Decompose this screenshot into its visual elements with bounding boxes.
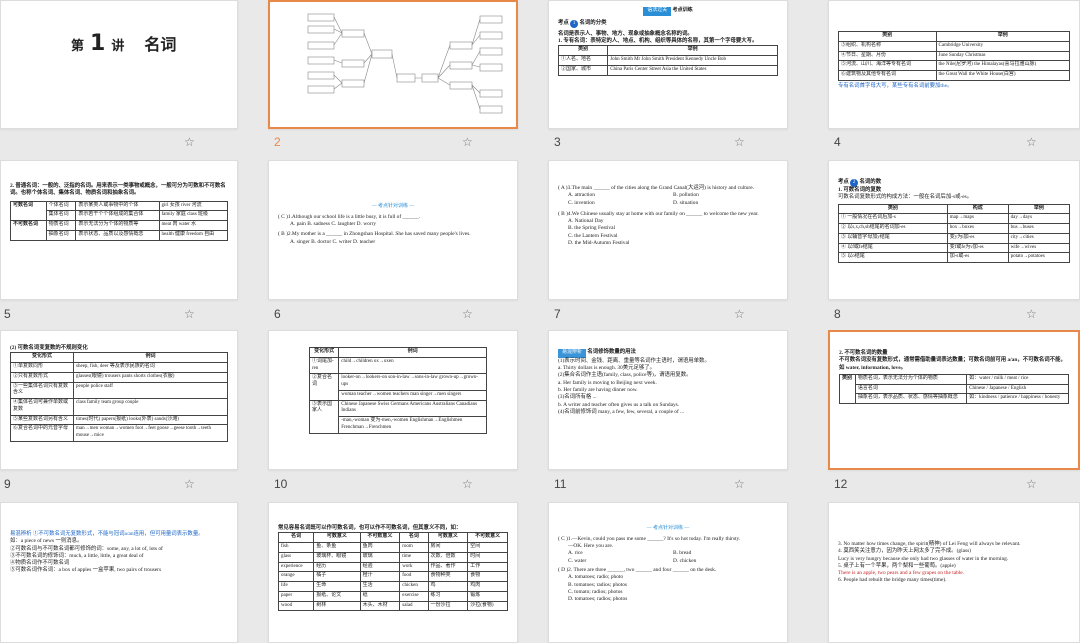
slide-number: 2 [274, 135, 281, 149]
tip-heading: 名词修饰数量的用法 [587, 349, 636, 355]
definition-line: 名词是表示人、事物、地方、现象或抽象概念名称的词。 [558, 30, 693, 37]
question-4: ( B )4.We Chinese usually stay at home w… [558, 210, 759, 217]
title-number: 1 [90, 31, 106, 56]
exercise-line: 6. People had rebuilt the bridge many ti… [838, 577, 947, 584]
tip-line: (1)表示时间、金钱、距离、重量等名词作主语时，谓语用单数。 [558, 357, 710, 364]
slide-thumbnail-3[interactable]: 语法过关 考点训练 考点 1 名词的分类 名词是表示人、事物、地方、现象或抽象概… [548, 0, 788, 129]
point-label: 考点 [838, 179, 849, 185]
star-icon[interactable]: ☆ [184, 307, 195, 321]
question-2: ( B )2.My mother is a ______ in Zhongsha… [278, 231, 471, 238]
point-number-icon: 1 [570, 19, 579, 28]
uncountable-body: 不可数名词没有复数形式，通常需借助量词表达数量；可数名词前可用 a/an，不可数… [839, 357, 1066, 371]
star-icon[interactable]: ☆ [184, 477, 195, 491]
slide-number: 4 [834, 135, 841, 149]
proper-noun-table: 类别 举例 ①人名、地名 John Smith Mr John Smith Pres… [557, 45, 778, 76]
question-1: ( C )1.—Kevin, could you pass me some __… [558, 535, 741, 542]
question-3: ( A )3.The main ______ of the cities alo… [558, 185, 754, 191]
star-icon[interactable]: ☆ [1026, 307, 1037, 321]
slide-thumbnail-5[interactable]: 2. 普通名词：一般的、泛指的名词。用来表示一类事物或概念，一般可分为可数和不可… [0, 160, 238, 300]
tip-line: 如：a piece of news 一则消息。 [10, 538, 83, 545]
title-topic: 名词 [144, 35, 177, 54]
point-number-icon: 2 [850, 179, 859, 187]
star-icon[interactable]: ☆ [1026, 135, 1037, 149]
star-icon[interactable]: ☆ [734, 477, 745, 491]
common-noun-table: 可数名词 个体名词 表示某类人或事物中的个体 girl 女孩 river 河流 集体名… [10, 200, 229, 241]
question-1: ( C )1.Although our school life is a lit… [278, 213, 421, 220]
question-1-reply: —OK. Here you are. [568, 543, 614, 550]
star-icon[interactable]: ☆ [734, 307, 745, 321]
slide-thumbnail-11[interactable]: 易混辨析 名词修饰数量的用法 (1)表示时间、金钱、距离、重量等名词作主语时，谓… [548, 330, 788, 470]
tip-line: ⑤可数名词作名词：a box of apples 一盒苹果, two pairs… [10, 567, 162, 574]
tip-box: 易混辨析 [558, 349, 587, 358]
tip-line: a. Her family is moving to Beijing next … [558, 379, 657, 386]
slide-number: 7 [554, 307, 561, 321]
star-icon[interactable]: ☆ [1026, 477, 1037, 491]
question-2-options: A. tomatoes; radio; photo B. tomatoes; ra… [568, 574, 628, 603]
slide-thumbnail-16[interactable]: 3. No matter how times change, the spiri… [828, 502, 1080, 643]
slide-thumbnail-2[interactable] [268, 0, 518, 129]
slide-thumbnail-13[interactable]: 易混辨析 ①不可数名词无复数形式，不能与冠词a/an连用，但可用量词表示数量。 … [0, 502, 238, 643]
title-prefix: 第 [71, 39, 85, 54]
banner-subtitle: 考点训练 [672, 8, 693, 13]
note-text: 专有名词首字母大写，某些专有名词前要加the。 [838, 82, 953, 89]
slide-thumbnail-14[interactable]: 常见容易名词既可以作可数名词，也可以作不可数名词，但其意义不同，如： 名词 可数意… [268, 502, 518, 643]
mindmap-diagram [307, 13, 503, 114]
table-caption: 常见容易名词既可以作可数名词，也可以作不可数名词，但其意义不同，如： [278, 525, 462, 531]
uncountable-table: 类别 物质名词，表示无法分为个体的物质 如：water / milk / meat … [839, 373, 1069, 405]
point-label: 考点 [558, 19, 569, 26]
star-icon[interactable]: ☆ [462, 307, 473, 321]
training-divider: — 考点针对训练 — [646, 526, 690, 531]
point-title: 名词的分类 [579, 19, 607, 26]
grammar-banner: 语法过关 [643, 7, 672, 16]
slide-thumbnail-4[interactable]: 类别 举例 ③组织、机构名称 Cambridge University ④节日、星期… [828, 0, 1080, 129]
tip-line: (3)名词所有格 ... [558, 394, 597, 401]
slide-number: 10 [274, 477, 288, 491]
slide-thumbnail-8[interactable]: 考点 2 名词的数 1. 可数名词的复数 可数名词复数形式的构成方法：一般在名词… [828, 160, 1080, 300]
slide-number: 3 [554, 135, 561, 149]
slide-thumbnail-7[interactable]: ( A )3.The main ______ of the cities alo… [548, 160, 788, 300]
slide-thumbnail-12[interactable]: 2. 不可数名词的数量 不可数名词没有复数形式，通常需借助量词表达数量；可数名词… [828, 330, 1080, 470]
question-1-options: A. rice B. bread C. water D. chicken [568, 550, 697, 564]
tip-line: ②可数名词与不可数名词都可修饰的词：some, any, a lot of, l… [10, 545, 163, 552]
slide-thumbnail-15[interactable]: — 考点针对训练 — ( C )1.—Kevin, could you pass… [548, 502, 788, 643]
slide-number: 5 [4, 307, 11, 321]
irregular-heading: (2) 可数名词变复数的不规则变化 [10, 345, 88, 351]
slide-thumbnail-9[interactable]: (2) 可数名词变复数的不规则变化 变化形式 例词 ①单复数同形 sheep, fi… [0, 330, 238, 470]
common-noun-intro: 2. 普通名词：一般的、泛指的名词。用来表示一类事物或概念，一般可分为可数和不可… [10, 183, 226, 197]
proper-noun-table-cont: 类别 举例 ③组织、机构名称 Cambridge University ④节日、星期… [838, 31, 1071, 81]
star-icon[interactable]: ☆ [734, 135, 745, 149]
slide-number: 11 [554, 477, 567, 491]
question-2: ( D )2. There are three ______, two ____… [558, 566, 717, 573]
slide-number: 6 [274, 307, 281, 321]
plural-table: 类别 构成 举例 ① 一般情况在名词后加-s map→maps day→days ② 以… [838, 203, 1071, 264]
title-suffix: 讲 [111, 39, 125, 54]
tip-line: (2)集合名词作主语(family, class, police等)，谓语用复数… [558, 372, 692, 379]
question-1-options: A. pain B. sadness C. laughter D. worry [290, 221, 377, 228]
star-icon[interactable]: ☆ [184, 135, 195, 149]
slide-number: 8 [834, 307, 841, 321]
lesson-title: 第 1 讲 名词 [71, 31, 176, 56]
training-divider: — 考点针对训练 — [371, 204, 415, 209]
slide-thumbnail-1[interactable]: 第 1 讲 名词 [0, 0, 238, 129]
plural-body: 可数名词复数形式的构成方法：一般在名词后加-s或-es。 [838, 194, 973, 201]
tip-line: (4)名词前修饰词 many, a few, few, several, a c… [558, 408, 685, 415]
question-3-options: A. attraction B. pollution C. invention D.… [568, 192, 699, 206]
tip-line: b. A writer and teacher often gives us a… [558, 401, 680, 408]
question-2-options: A. singer B. doctor C. writer D. teacher [290, 238, 376, 245]
exercise-line: Lucy is very hungry because she only had… [838, 555, 1009, 562]
slide-number: 12 [834, 477, 848, 491]
plural-special-table: 变化形式 例词 ①词尾加-ren child→children ox→oxen ②复… [308, 347, 487, 434]
proper-noun-line: 1. 专有名词：表特定的人、地点、机构、组织等具体的名称，其第一个字母要大写。 [558, 38, 758, 45]
question-4-options: A. National Day B. the Spring Festival C.… [568, 218, 630, 247]
point-title: 名词的数 [859, 179, 882, 185]
irregular-table: 变化形式 例词 ①单复数同形 sheep, fish, deer 等及表示民族的名词… [9, 352, 228, 442]
slide-thumbnail-10[interactable]: 变化形式 例词 ①词尾加-ren child→children ox→oxen ②复… [268, 330, 518, 470]
exercise-line: 4. 莫西笑关注意力，因为昨天上网太多了完不成。(glass) [838, 548, 971, 555]
dual-meaning-table: 名词 可数意义 不可数意义 名词 可数意义 不可数意义 fish 鱼、条鱼 鱼肉 room 房间空… [277, 532, 508, 612]
star-icon[interactable]: ☆ [462, 135, 473, 149]
slide-number: 9 [4, 477, 11, 491]
star-icon[interactable]: ☆ [462, 477, 473, 491]
slide-thumbnail-6[interactable]: — 考点针对训练 — ( C )1.Although our school li… [268, 160, 518, 300]
